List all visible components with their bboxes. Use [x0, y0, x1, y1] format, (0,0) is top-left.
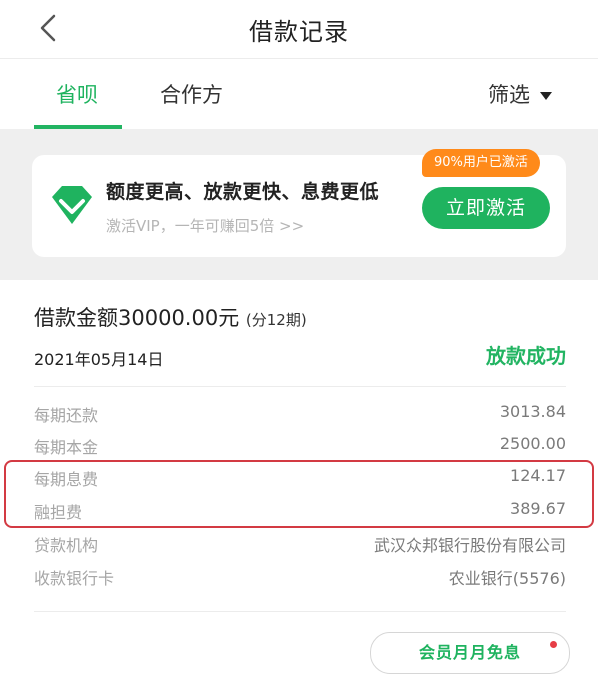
loan-date: 2021年05月14日	[34, 350, 164, 369]
loan-status: 放款成功	[486, 344, 566, 368]
loan-amount: 借款金额30000.00元 (分12期)	[34, 302, 307, 332]
vip-promo-card[interactable]: 额度更高、放款更快、息费更低 激活VIP，一年可赚回5倍 >> 90%用户已激活…	[32, 149, 566, 257]
header-bar: 借款记录	[0, 0, 598, 59]
filter-label: 筛选	[488, 83, 530, 107]
detail-value: 2500.00	[499, 434, 566, 453]
loan-record-card: 借款金额30000.00元 (分12期) 2021年05月14日 放款成功 每期…	[0, 280, 598, 696]
divider	[34, 611, 566, 612]
caret-down-icon	[540, 92, 552, 100]
tab-partner[interactable]: 合作方	[160, 79, 223, 109]
notification-dot	[550, 641, 557, 648]
member-free-interest-button[interactable]: 会员月月免息	[370, 632, 570, 674]
detail-value: 3013.84	[499, 402, 566, 421]
detail-label: 每期还款	[34, 406, 99, 425]
tab-shengbei[interactable]: 省呗	[56, 79, 98, 109]
loan-periods: (分12期)	[245, 311, 307, 329]
detail-value: 农业银行(5576)	[448, 569, 566, 588]
filter-dropdown[interactable]: 筛选	[488, 79, 552, 109]
detail-row-lender: 贷款机构 武汉众邦银行股份有限公司	[34, 532, 566, 556]
detail-label: 收款银行卡	[34, 569, 115, 588]
detail-label: 贷款机构	[34, 536, 99, 555]
vip-headline: 额度更高、放款更快、息费更低	[106, 181, 380, 203]
detail-row-bank-card: 收款银行卡 农业银行(5576)	[34, 565, 566, 589]
detail-row-principal: 每期本金 2500.00	[34, 434, 566, 458]
activate-vip-button[interactable]: 立即激活	[422, 187, 550, 229]
vip-badge: 90%用户已激活	[422, 149, 540, 177]
detail-value: 武汉众邦银行股份有限公司	[373, 536, 566, 555]
vip-section: 额度更高、放款更快、息费更低 激活VIP，一年可赚回5倍 >> 90%用户已激活…	[0, 129, 598, 279]
tab-bar: 省呗 合作方 筛选	[0, 59, 598, 129]
vip-subtext[interactable]: 激活VIP，一年可赚回5倍 >>	[106, 215, 304, 236]
detail-label: 每期本金	[34, 438, 99, 457]
promo-label: 会员月月免息	[418, 643, 521, 662]
detail-row-repayment: 每期还款 3013.84	[34, 402, 566, 426]
highlight-annotation-box	[4, 460, 594, 528]
loan-amount-value: 借款金额30000.00元	[34, 306, 240, 330]
divider	[34, 386, 566, 387]
vip-diamond-icon	[52, 186, 92, 224]
page-title: 借款记录	[249, 18, 349, 46]
